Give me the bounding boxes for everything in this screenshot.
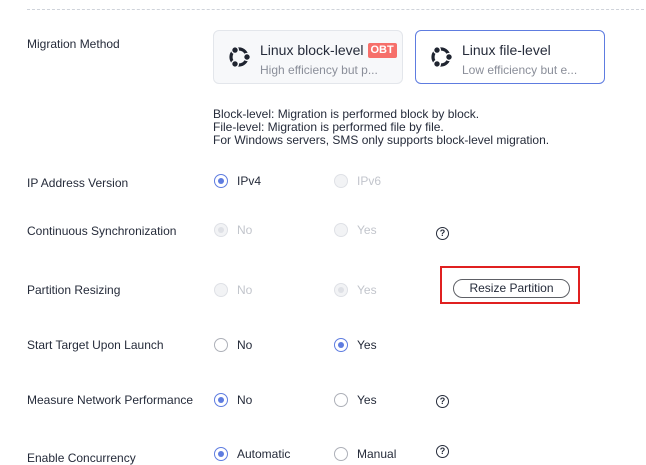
radio-start-target-yes[interactable]: Yes bbox=[334, 338, 377, 352]
radio-dot bbox=[214, 447, 228, 461]
radio-label: Yes bbox=[357, 393, 377, 407]
radio-dot bbox=[214, 338, 228, 352]
radio-dot bbox=[214, 393, 228, 407]
radio-label: Yes bbox=[357, 338, 377, 352]
file-level-title: Linux file-level bbox=[462, 42, 551, 58]
radio-dot bbox=[334, 283, 348, 297]
radio-dot bbox=[214, 223, 228, 237]
file-level-desc: Low efficiency but e... bbox=[462, 63, 578, 77]
radio-dot bbox=[214, 283, 228, 297]
radio-label: Automatic bbox=[237, 447, 291, 461]
migration-card-file-level[interactable]: Linux file-level Low efficiency but e... bbox=[415, 30, 605, 84]
radio-label: Manual bbox=[357, 447, 397, 461]
radio-continuous-sync-yes: Yes bbox=[334, 223, 377, 237]
radio-start-target-no[interactable]: No bbox=[214, 338, 252, 352]
radio-dot bbox=[334, 338, 348, 352]
obt-badge: OBT bbox=[367, 43, 397, 58]
network-perf-label: Measure Network Performance bbox=[27, 393, 194, 407]
migration-card-block-level[interactable]: Linux block-level OBT High efficiency but… bbox=[213, 30, 403, 84]
migration-method-label: Migration Method bbox=[27, 37, 120, 51]
radio-label: No bbox=[237, 223, 253, 237]
radio-concurrency-automatic[interactable]: Automatic bbox=[214, 447, 290, 461]
radio-network-perf-no[interactable]: No bbox=[214, 393, 252, 407]
ip-version-label: IP Address Version bbox=[27, 176, 129, 190]
ubuntu-logo-icon bbox=[229, 45, 252, 69]
block-level-desc: High efficiency but p... bbox=[260, 63, 378, 77]
help-icon[interactable]: ? bbox=[436, 227, 449, 240]
continuous-sync-label: Continuous Synchronization bbox=[27, 224, 177, 238]
radio-label: Yes bbox=[357, 223, 377, 237]
radio-concurrency-manual[interactable]: Manual bbox=[334, 447, 396, 461]
radio-label: No bbox=[237, 338, 253, 352]
radio-label: IPv6 bbox=[357, 174, 382, 188]
radio-ipv4[interactable]: IPv4 bbox=[214, 174, 261, 188]
resize-partition-button[interactable]: Resize Partition bbox=[453, 279, 570, 298]
radio-partition-resizing-yes: Yes bbox=[334, 283, 377, 297]
radio-dot bbox=[214, 174, 228, 188]
radio-label: No bbox=[237, 283, 253, 297]
note-line: For Windows servers, SMS only supports b… bbox=[213, 133, 550, 147]
radio-continuous-sync-no: No bbox=[214, 223, 252, 237]
block-level-title: Linux block-level bbox=[260, 42, 364, 58]
radio-partition-resizing-no: No bbox=[214, 283, 252, 297]
radio-label: Yes bbox=[357, 283, 377, 297]
section-divider bbox=[27, 9, 644, 10]
radio-dot bbox=[334, 447, 348, 461]
radio-dot bbox=[334, 223, 348, 237]
radio-label: No bbox=[237, 393, 253, 407]
help-icon[interactable]: ? bbox=[436, 445, 449, 458]
radio-dot bbox=[334, 174, 348, 188]
radio-label: IPv4 bbox=[237, 174, 262, 188]
ubuntu-logo-icon bbox=[431, 45, 454, 69]
migration-method-notes: Block-level: Migration is performed bloc… bbox=[213, 108, 549, 147]
radio-dot bbox=[334, 393, 348, 407]
concurrency-label: Enable Concurrency bbox=[27, 451, 136, 465]
help-icon[interactable]: ? bbox=[436, 395, 449, 408]
radio-network-perf-yes[interactable]: Yes bbox=[334, 393, 377, 407]
radio-ipv6: IPv6 bbox=[334, 174, 381, 188]
start-target-label: Start Target Upon Launch bbox=[27, 338, 164, 352]
partition-resizing-label: Partition Resizing bbox=[27, 283, 121, 297]
